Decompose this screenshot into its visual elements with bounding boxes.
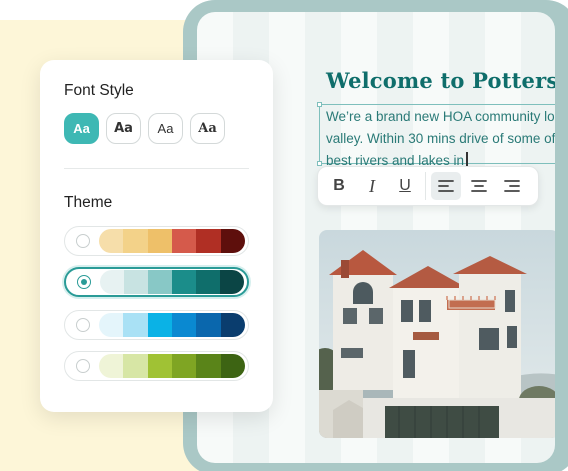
radio-button[interactable] xyxy=(76,234,90,248)
radio-button[interactable] xyxy=(76,318,90,332)
font-option-2[interactable]: Aa xyxy=(106,113,141,144)
align-left-icon xyxy=(438,180,454,192)
color-swatches xyxy=(99,229,245,253)
font-option-4[interactable]: Aa xyxy=(190,113,225,144)
color-swatch xyxy=(123,313,148,337)
body-text-editor[interactable]: We’re a brand new HOA community locat va… xyxy=(326,106,555,172)
color-swatch xyxy=(99,313,124,337)
page-title[interactable]: Welcome to Pottersvill xyxy=(326,68,555,93)
align-right-icon xyxy=(504,180,520,192)
body-text: We’re a brand new HOA community locat va… xyxy=(326,109,555,168)
color-swatches xyxy=(100,270,244,294)
theme-option-blue[interactable] xyxy=(64,310,249,340)
color-swatch xyxy=(124,270,148,294)
color-swatch xyxy=(172,270,196,294)
toolbar-divider xyxy=(425,172,426,200)
color-swatch xyxy=(196,354,221,378)
align-center-button[interactable] xyxy=(464,172,494,200)
color-swatch xyxy=(123,354,148,378)
color-swatch xyxy=(147,313,172,337)
color-swatch xyxy=(123,229,148,253)
format-toolbar: B I U xyxy=(317,166,539,206)
color-swatch xyxy=(148,270,172,294)
align-center-icon xyxy=(471,180,487,192)
color-swatch xyxy=(171,313,197,337)
font-option-3[interactable]: Aa xyxy=(148,113,183,144)
house-photo[interactable] xyxy=(319,230,555,438)
theme-option-warm[interactable] xyxy=(64,226,249,256)
style-panel: Font Style Aa Aa Aa Aa Theme xyxy=(40,60,273,412)
bold-icon: B xyxy=(333,177,345,194)
underline-icon: U xyxy=(399,177,411,194)
color-swatch xyxy=(147,229,172,253)
bold-button[interactable]: B xyxy=(324,172,354,200)
color-swatch xyxy=(220,354,245,378)
theme-option-green[interactable] xyxy=(64,351,249,381)
color-swatch xyxy=(100,270,124,294)
resize-handle[interactable] xyxy=(317,102,322,107)
house-illustration xyxy=(319,230,555,438)
color-swatch xyxy=(196,270,220,294)
align-left-button[interactable] xyxy=(431,172,461,200)
panel-divider xyxy=(64,168,249,169)
align-right-button[interactable] xyxy=(497,172,527,200)
resize-handle[interactable] xyxy=(317,161,322,166)
color-swatch xyxy=(99,229,124,253)
color-swatch xyxy=(220,313,245,337)
color-swatches xyxy=(99,354,245,378)
color-swatch xyxy=(196,313,221,337)
color-swatch xyxy=(171,354,197,378)
color-swatch xyxy=(171,229,197,253)
font-style-options: Aa Aa Aa Aa xyxy=(64,113,232,144)
color-swatch xyxy=(147,354,172,378)
italic-button[interactable]: I xyxy=(357,172,387,200)
color-swatch xyxy=(196,229,221,253)
font-option-1[interactable]: Aa xyxy=(64,113,99,144)
color-swatch xyxy=(220,270,244,294)
underline-button[interactable]: U xyxy=(390,172,420,200)
italic-icon: I xyxy=(369,175,375,196)
text-caret xyxy=(466,152,468,167)
radio-button[interactable] xyxy=(77,275,91,289)
color-swatch xyxy=(220,229,245,253)
radio-button[interactable] xyxy=(76,359,90,373)
color-swatch xyxy=(99,354,124,378)
theme-option-teal[interactable] xyxy=(64,267,249,297)
font-style-heading: Font Style xyxy=(64,82,134,99)
color-swatches xyxy=(99,313,245,337)
theme-heading: Theme xyxy=(64,194,113,211)
